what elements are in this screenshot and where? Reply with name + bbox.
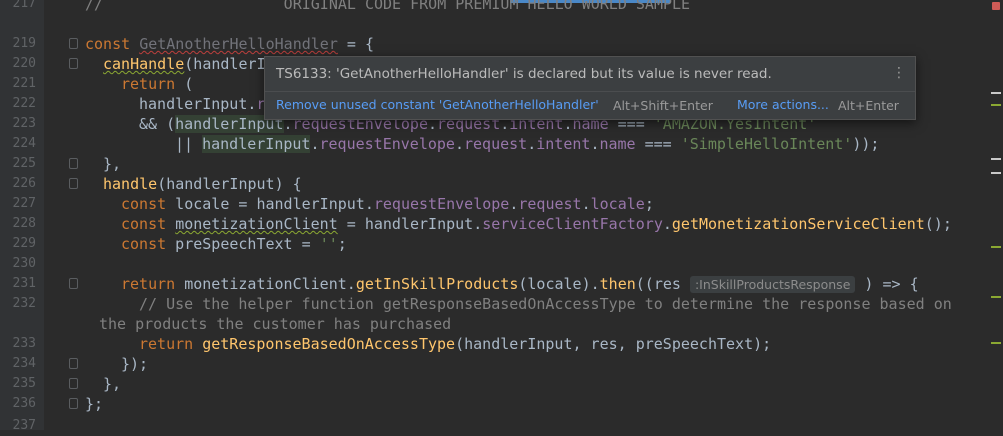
code-line: || handlerInput.requestEnvelope.request.…: [175, 135, 880, 153]
line-number: 233: [12, 336, 36, 351]
line-number: 237: [12, 418, 36, 433]
line-number-gutter[interactable]: 217 219 220 221 222 223 224 225 226 227 …: [0, 0, 44, 433]
code-line: // ORIGINAL CODE FROM PREMIUM HELLO WORL…: [85, 0, 691, 13]
code-line: the products the customer has purchased: [99, 315, 452, 333]
fold-marker-icon[interactable]: [69, 278, 78, 289]
fold-marker-icon[interactable]: [69, 358, 78, 369]
error-indicator-icon[interactable]: [992, 2, 1000, 10]
line-number: 231: [12, 276, 36, 291]
code-line: const preSpeechText = '';: [121, 235, 347, 253]
code-line: canHandle(handlerI: [103, 55, 266, 73]
more-options-icon[interactable]: ⋮: [892, 65, 906, 81]
code-line: },: [103, 375, 122, 393]
line-number: 217: [12, 0, 36, 11]
fold-marker-icon[interactable]: [69, 158, 78, 169]
line-number: 234: [12, 356, 36, 371]
line-number: 222: [12, 96, 36, 111]
more-actions-shortcut: Alt+Enter: [838, 98, 899, 113]
unused-constant-name[interactable]: GetAnotherHelloHandler: [139, 35, 338, 53]
line-number: 225: [12, 156, 36, 171]
fold-marker-icon[interactable]: [69, 398, 78, 409]
line-number: 232: [12, 296, 36, 311]
code-line: },: [103, 155, 122, 173]
fold-marker-icon[interactable]: [69, 378, 78, 389]
line-number: 224: [12, 136, 36, 151]
inspection-message: TS6133: 'GetAnotherHelloHandler' is decl…: [276, 66, 772, 82]
stripe-mark[interactable]: [991, 158, 1001, 160]
code-line: return (: [121, 75, 194, 93]
line-number: 220: [12, 56, 36, 71]
stripe-mark[interactable]: [991, 104, 1001, 106]
stripe-mark[interactable]: [991, 342, 1001, 344]
inspection-popup: TS6133: 'GetAnotherHelloHandler' is decl…: [264, 56, 916, 120]
code-line: };: [85, 395, 104, 413]
fold-marker-icon[interactable]: [69, 178, 78, 189]
code-line: handlerInput.r: [139, 95, 266, 113]
fold-marker-icon[interactable]: [69, 58, 78, 69]
code-line: return monetizationClient.getInSkillProd…: [121, 275, 919, 293]
line-number: 223: [12, 116, 36, 131]
line-number: 227: [12, 196, 36, 211]
line-number: 229: [12, 236, 36, 251]
fix-shortcut: Alt+Shift+Enter: [613, 98, 713, 113]
line-number: 230: [12, 256, 36, 271]
more-actions-link[interactable]: More actions...: [737, 97, 829, 112]
type-hint: :InSkillProductsResponse: [689, 276, 856, 293]
line-number: 226: [12, 176, 36, 191]
stripe-mark[interactable]: [991, 246, 1001, 248]
line-number: 228: [12, 216, 36, 231]
code-line: handle(handlerInput) {: [103, 175, 302, 193]
code-line: // Use the helper function getResponseBa…: [139, 295, 952, 313]
error-stripe-scrollbar[interactable]: [989, 0, 1003, 430]
stripe-mark[interactable]: [991, 92, 1001, 94]
fold-marker-icon[interactable]: [69, 38, 78, 49]
stripe-mark[interactable]: [991, 296, 1001, 298]
remove-unused-constant-action[interactable]: Remove unused constant 'GetAnotherHelloH…: [276, 97, 599, 112]
code-line: return getResponseBasedOnAccessType(hand…: [139, 335, 772, 353]
line-number: 221: [12, 76, 36, 91]
popup-divider: [265, 91, 915, 92]
line-number: 219: [12, 36, 36, 51]
stripe-mark[interactable]: [991, 172, 1001, 174]
line-number: 236: [12, 396, 36, 411]
code-line: });: [121, 355, 149, 373]
line-number: 235: [12, 376, 36, 391]
code-editor[interactable]: 217 219 220 221 222 223 224 225 226 227 …: [0, 0, 1003, 433]
code-line: const monetizationClient = handlerInput.…: [121, 215, 952, 233]
code-line: const locale = handlerInput.requestEnvel…: [121, 195, 654, 213]
code-line: const GetAnotherHelloHandler = {: [85, 35, 374, 53]
